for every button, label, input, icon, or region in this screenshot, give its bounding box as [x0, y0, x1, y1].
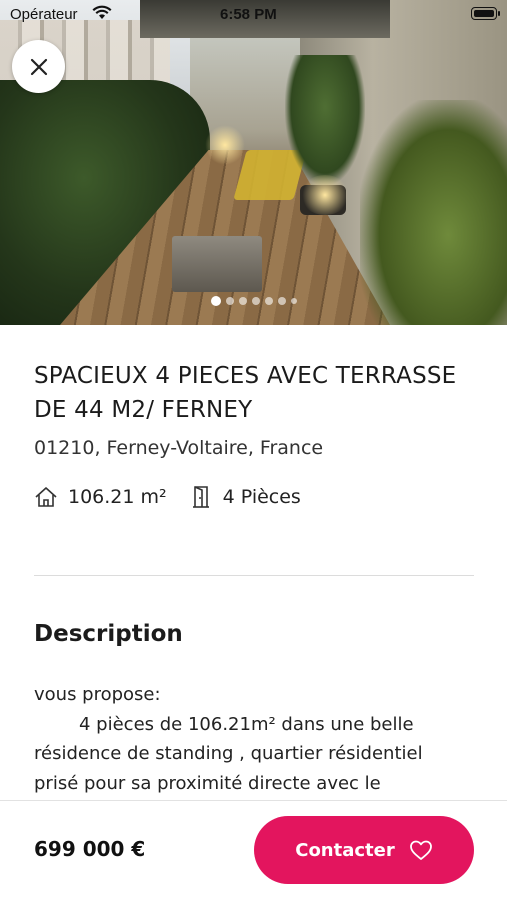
listing-details[interactable]: SPACIEUX 4 PIECES AVEC TERRASSE DE 44 M2… [0, 325, 507, 800]
listing-title: SPACIEUX 4 PIECES AVEC TERRASSE DE 44 M2… [34, 363, 457, 423]
wifi-icon [92, 5, 112, 24]
pagination-dot-active[interactable] [210, 296, 221, 306]
description-text: vous propose: 4 pièces de 106.21m² dans … [34, 680, 474, 798]
divider [34, 575, 474, 576]
rooms-value: 4 Pièces [222, 486, 301, 508]
battery-icon [471, 7, 500, 20]
description-line: 4 pièces de 106.21m² dans une belle [79, 713, 414, 735]
area-value: 106.21 m² [68, 486, 167, 508]
door-icon [192, 486, 209, 508]
price: 699 000 € [34, 837, 146, 861]
bottom-bar: 699 000 € Contacter [0, 800, 507, 901]
house-icon [35, 487, 57, 507]
area-feature: 106.21 m² [34, 486, 167, 508]
gallery-pagination[interactable] [0, 296, 507, 306]
photo-tree [285, 55, 365, 185]
contact-button[interactable]: Contacter [254, 816, 474, 884]
listing-features: 106.21 m² 4 Pièces [34, 485, 323, 509]
description-line: prisé pour sa proximité directe avec le [34, 772, 381, 794]
rooms-feature: 4 Pièces [189, 485, 301, 509]
description-line: vous propose: [34, 684, 161, 705]
status-bar: Opérateur 6:58 PM [0, 0, 507, 30]
pagination-dot[interactable] [264, 297, 273, 305]
clock: 6:58 PM [220, 6, 277, 23]
listing-address: 01210, Ferney-Voltaire, France [34, 437, 324, 459]
pagination-dot[interactable] [225, 297, 234, 305]
listing-photo[interactable] [0, 0, 507, 325]
contact-button-label: Contacter [295, 839, 395, 861]
description-line: résidence de standing , quartier résiden… [34, 743, 423, 764]
pagination-dot[interactable] [277, 297, 286, 305]
heart-icon [409, 840, 432, 860]
close-icon [30, 58, 47, 75]
photo-bench [172, 236, 262, 292]
description-heading: Description [34, 621, 183, 647]
photo-light [205, 125, 245, 165]
pagination-dot[interactable] [290, 298, 297, 304]
photo-palm [360, 100, 507, 325]
pagination-dot[interactable] [251, 297, 260, 305]
close-button[interactable] [12, 40, 65, 93]
photo-light [300, 175, 350, 215]
pagination-dot[interactable] [238, 297, 247, 305]
carrier-label: Opérateur [10, 6, 78, 23]
